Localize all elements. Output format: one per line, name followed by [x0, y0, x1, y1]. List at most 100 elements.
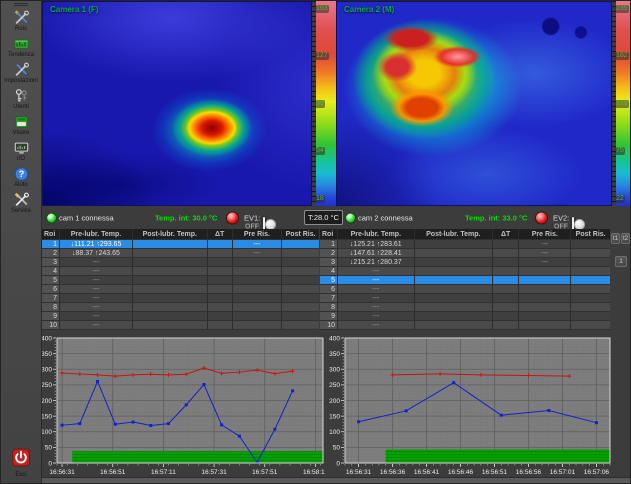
camera1-record-button[interactable]: [226, 212, 239, 225]
sidebar-item-aiuto[interactable]: ?Aiuto: [1, 164, 41, 190]
scale-value-label: 54: [315, 147, 325, 155]
cell-roi: 3: [42, 258, 60, 267]
cell-pre_ris: [233, 312, 283, 321]
cell-pre: ---: [60, 276, 133, 285]
camera2-roi-row-10[interactable]: 10---: [320, 321, 610, 330]
camera2-roi-row-8[interactable]: 8---: [320, 303, 610, 312]
cell-roi: 1: [320, 240, 338, 249]
cell-post_ris: [282, 321, 319, 330]
camera2-record-button[interactable]: [535, 212, 548, 225]
cell-pre: ---: [338, 303, 415, 312]
sidebar-item-tendenza[interactable]: Tendenza: [1, 34, 41, 60]
ev1-label: EV1:: [244, 214, 260, 223]
camera1-roi-row-8[interactable]: 8---: [42, 303, 319, 312]
sidebar-item-label: Visore: [13, 130, 30, 137]
page1-button[interactable]: 1: [615, 256, 627, 267]
camera1-roi-row-2[interactable]: 2↓88.37 ↑243.65---: [42, 249, 319, 258]
cell-pre: ---: [60, 267, 133, 276]
cell-pre_ris: ---: [233, 240, 283, 249]
cell-post_ris: [571, 312, 610, 321]
svg-text:16:57:06: 16:57:06: [584, 469, 610, 476]
cell-post_ris: [282, 285, 319, 294]
cell-pre_ris: [233, 258, 283, 267]
camera1-roi-row-1[interactable]: 1↓111.21 ↑293.65---: [42, 240, 319, 249]
sidebar-item-visore[interactable]: Visore: [1, 112, 41, 138]
cell-pre: ↓125.21 ↑283.61: [338, 240, 415, 249]
camera2-roi-row-1[interactable]: 1↓125.21 ↑283.61 ---: [320, 240, 610, 249]
cell-post: [415, 294, 493, 303]
cell-pre: ---: [338, 285, 415, 294]
svg-text:100: 100: [42, 429, 52, 436]
cell-dt: [493, 276, 519, 285]
camera1-roi-row-7[interactable]: 7---: [42, 294, 319, 303]
cell-post_ris: [282, 249, 319, 258]
sidebar-item-service[interactable]: Service: [1, 190, 41, 216]
cell-post: [415, 303, 493, 312]
sidebar-item-i-o[interactable]: I/O: [1, 138, 41, 164]
camera1-roi-row-3[interactable]: 3---: [42, 258, 319, 267]
svg-text:150: 150: [329, 413, 340, 420]
cell-pre_ris: [233, 303, 283, 312]
trend2-button[interactable]: t2: [621, 233, 630, 244]
svg-text:250: 250: [329, 382, 340, 389]
sidebar-item-impostazioni[interactable]: Impostazioni: [1, 60, 41, 86]
io-monitor-icon: [13, 140, 30, 156]
camera2-roi-row-6[interactable]: 6---: [320, 285, 610, 294]
cell-pre: ---: [338, 276, 415, 285]
camera1-thermal-view[interactable]: Camera 1 (F): [42, 1, 312, 206]
cell-dt: [208, 249, 233, 258]
cell-pre: ↓215.21 ↑280.37: [338, 258, 415, 267]
cell-pre_ris: [233, 321, 283, 330]
svg-text:16:58:11: 16:58:11: [303, 469, 325, 476]
camera2-roi-row-5[interactable]: 5---: [320, 276, 610, 285]
cell-roi: 5: [320, 276, 338, 285]
svg-text:350: 350: [42, 351, 52, 358]
camera2-roi-row-9[interactable]: 9---: [320, 312, 610, 321]
camera1-roi-row-10[interactable]: 10---: [42, 321, 319, 330]
sidebar-grip[interactable]: [14, 3, 28, 7]
svg-text:?: ?: [18, 169, 24, 179]
cell-roi: 4: [42, 267, 60, 276]
scale-value-label: 182: [615, 52, 629, 60]
cell-roi: 9: [320, 312, 338, 321]
camera1-roi-row-6[interactable]: 6---: [42, 285, 319, 294]
cell-dt: [208, 294, 233, 303]
sidebar-item-rois[interactable]: Rois: [1, 8, 41, 34]
cell-roi: 5: [42, 276, 60, 285]
cell-roi: 10: [320, 321, 338, 330]
cell-roi: 9: [42, 312, 60, 321]
cell-post_ris: [571, 303, 610, 312]
camera2-roi-row-3[interactable]: 3↓215.21 ↑280.37---: [320, 258, 610, 267]
scale-value-label: 235: [615, 5, 629, 13]
cell-post: [415, 285, 493, 294]
sidebar-item-label: Rois: [15, 26, 27, 33]
cell-dt: [208, 321, 233, 330]
cell-pre_ris: ---: [519, 240, 571, 249]
svg-text:16:56:41: 16:56:41: [414, 469, 440, 476]
camera2-roi-row-4[interactable]: 4---: [320, 267, 610, 276]
camera2-thermal-view[interactable]: Camera 2 (M): [336, 1, 612, 206]
column-header: ΔT: [208, 229, 233, 240]
camera2-connection-led: [345, 213, 356, 224]
cell-pre: ---: [60, 312, 133, 321]
svg-text:16:56:56: 16:56:56: [516, 469, 542, 476]
cell-pre: ---: [338, 294, 415, 303]
cell-post_ris: [571, 240, 610, 249]
cell-dt: [493, 294, 519, 303]
camera1-roi-row-9[interactable]: 9---: [42, 312, 319, 321]
camera2-roi-row-7[interactable]: 7---: [320, 294, 610, 303]
svg-text:150: 150: [42, 413, 52, 420]
camera1-roi-row-4[interactable]: 4---: [42, 267, 319, 276]
cell-post_ris: [282, 240, 319, 249]
cell-post_ris: [282, 267, 319, 276]
sidebar: RoisTendenzaImpostazioniUtenti VisoreI/O?…: [1, 1, 42, 483]
sidebar-item-esci[interactable]: Esci: [1, 448, 41, 479]
svg-text:300: 300: [42, 367, 52, 374]
svg-text:200: 200: [329, 398, 340, 405]
cell-dt: [493, 285, 519, 294]
cell-pre: ---: [60, 258, 133, 267]
trend1-button[interactable]: t1: [611, 233, 620, 244]
sidebar-item-utenti[interactable]: Utenti: [1, 86, 41, 112]
camera1-roi-row-5[interactable]: 5---: [42, 276, 319, 285]
camera2-roi-row-2[interactable]: 2↓147.61 ↑228.41---: [320, 249, 610, 258]
